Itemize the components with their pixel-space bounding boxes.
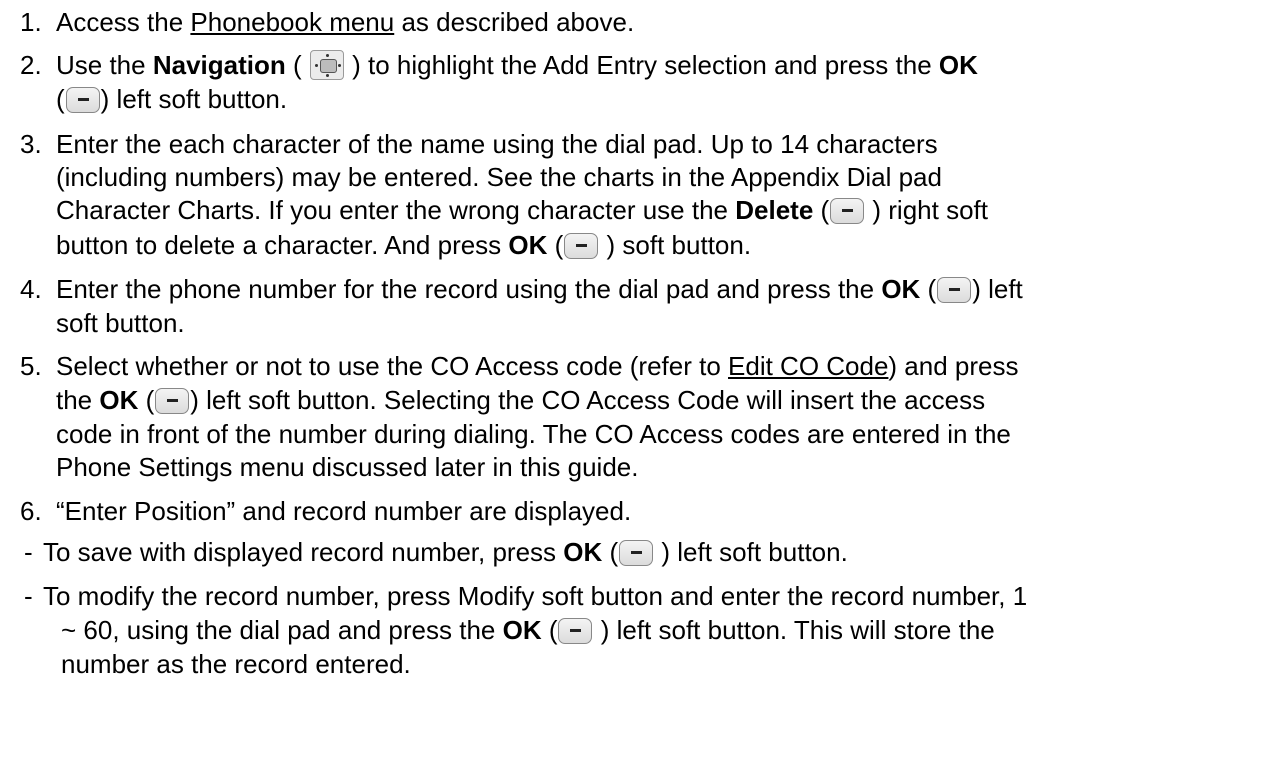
step-2-line-1: Use the Navigation ( ) to highlight the … (56, 50, 978, 80)
step-2-line-2: () left soft button. (56, 84, 288, 114)
step-number: 6. (20, 496, 42, 526)
step-number: 1. (20, 7, 42, 37)
step-1-text: Access the Phonebook menu as described a… (56, 7, 635, 37)
step-5: 5. (20, 351, 42, 381)
step-5-line-2: the OK () left soft button. Selecting th… (56, 385, 986, 415)
phonebook-menu-link[interactable]: Phonebook menu (190, 7, 394, 37)
sub-step-2: - (24, 581, 33, 611)
step-2: 2. (20, 50, 42, 80)
navigation-key-icon (309, 50, 344, 80)
step-4-line-1: Enter the phone number for the record us… (56, 274, 1023, 304)
step-6-text: “Enter Position” and record number are d… (56, 496, 632, 526)
sub-step-2-line-3: number as the record entered. (61, 649, 411, 679)
soft-button-icon (937, 277, 972, 303)
step-1: 1. (20, 7, 42, 37)
step-4: 4. (20, 274, 42, 304)
sub-step-1: - (24, 537, 33, 567)
step-4-line-2: soft button. (56, 308, 185, 338)
step-3-line-3: Character Charts. If you enter the wrong… (56, 195, 988, 225)
bullet: - (24, 581, 33, 611)
soft-button-icon (830, 198, 865, 224)
soft-button-icon (564, 233, 599, 259)
step-3-line-2: (including numbers) may be entered. See … (56, 162, 942, 192)
step-3-line-1: Enter the each character of the name usi… (56, 129, 938, 159)
soft-button-icon (65, 87, 100, 113)
soft-button-icon (619, 540, 654, 566)
step-5-line-3: code in front of the number during diali… (56, 419, 1011, 449)
edit-co-code-link[interactable]: Edit CO Code (728, 351, 888, 381)
bullet: - (24, 537, 33, 567)
step-number: 3. (20, 129, 42, 159)
step-6: 6. (20, 496, 42, 526)
step-number: 5. (20, 351, 42, 381)
step-3: 3. (20, 129, 42, 159)
step-number: 4. (20, 274, 42, 304)
step-3-line-4: button to delete a character. And press … (56, 230, 752, 260)
instruction-page: 1. Access the Phonebook menu as describe… (0, 0, 1285, 783)
sub-step-2-line-1: To modify the record number, press Modif… (43, 581, 1028, 611)
step-5-line-4: Phone Settings menu discussed later in t… (56, 452, 639, 482)
soft-button-icon (558, 618, 593, 644)
soft-button-icon (155, 388, 190, 414)
step-number: 2. (20, 50, 42, 80)
sub-step-1-text: To save with displayed record number, pr… (43, 537, 848, 567)
step-5-line-1: Select whether or not to use the CO Acce… (56, 351, 1019, 381)
sub-step-2-line-2: ~ 60, using the dial pad and press the O… (61, 615, 995, 645)
